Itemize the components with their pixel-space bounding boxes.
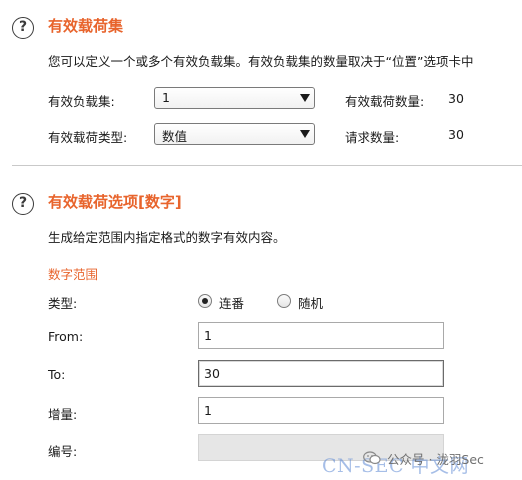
request-count-label: 请求数量: [345, 130, 400, 145]
range-type-label: 类型: [48, 296, 78, 311]
request-count-value: 30 [448, 127, 464, 142]
number-label: 编号: [48, 444, 78, 459]
radio-sequential-label[interactable]: 连番 [219, 293, 244, 312]
payload-set-label: 有效负载集: [48, 94, 115, 109]
to-label: To: [48, 367, 66, 382]
radio-selected-dot [202, 298, 208, 304]
number-range-heading: 数字范围 [48, 267, 99, 282]
wechat-icon [363, 451, 381, 465]
payload-type-label: 有效载荷类型: [48, 130, 128, 145]
to-input[interactable] [198, 360, 444, 387]
chevron-down-icon [300, 130, 310, 138]
payload-count-label: 有效载荷数量: [345, 94, 425, 109]
payload-set-value: 1 [162, 90, 170, 105]
payload-type-select[interactable]: 数值 [154, 123, 315, 145]
payload-options-description: 生成给定范围内指定格式的数字有效内容。 [48, 230, 286, 245]
payload-sets-description: 您可以定义一个或多个有效负载集。有效负载集的数量取决于“位置”选项卡中 [48, 54, 474, 69]
from-input[interactable] [198, 322, 444, 349]
payload-type-value: 数值 [162, 129, 188, 144]
intruder-payloads-panel: ? 有效载荷集 您可以定义一个或多个有效负载集。有效负载集的数量取决于“位置”选… [0, 0, 522, 480]
chevron-down-icon [300, 94, 310, 102]
payload-count-value: 30 [448, 91, 464, 106]
payload-sets-title: 有效载荷集 [48, 17, 124, 35]
step-input[interactable] [198, 397, 444, 424]
help-icon[interactable]: ? [12, 193, 34, 215]
radio-sequential[interactable] [198, 294, 212, 308]
from-label: From: [48, 329, 84, 344]
radio-random-label[interactable]: 随机 [298, 293, 323, 312]
payload-options-title: 有效载荷选项[数字] [48, 193, 182, 211]
payload-set-select[interactable]: 1 [154, 87, 315, 109]
account-watermark: 公众号 · 泷羽Sec [387, 452, 484, 467]
help-icon[interactable]: ? [12, 17, 34, 39]
radio-random[interactable] [277, 294, 291, 308]
section-divider [12, 165, 522, 166]
step-label: 增量: [48, 407, 78, 422]
